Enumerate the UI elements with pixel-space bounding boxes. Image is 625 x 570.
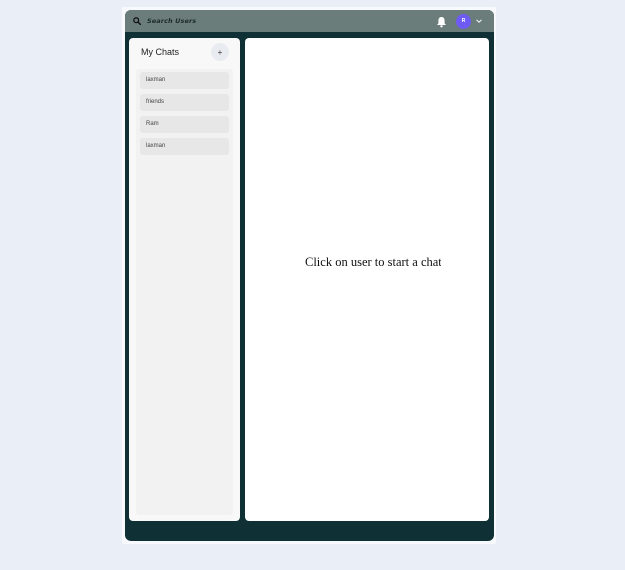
profile-menu-button[interactable]: R (456, 13, 482, 29)
top-bar: Search Users R (125, 10, 494, 32)
search-icon (133, 17, 141, 25)
my-chats-panel: My Chats + laxman friends Ram laxman (129, 38, 240, 521)
search-users-label: Search Users (147, 17, 197, 25)
chat-app: Search Users R My Chats + laxman friends… (125, 10, 494, 541)
bell-icon[interactable] (436, 15, 447, 28)
chat-list: laxman friends Ram laxman (136, 69, 233, 515)
search-users-button[interactable]: Search Users (133, 13, 196, 29)
chat-window: Click on user to start a chat (245, 38, 489, 521)
my-chats-title: My Chats (141, 47, 180, 57)
chat-list-item[interactable]: friends (140, 94, 229, 111)
chat-list-item[interactable]: Ram (140, 116, 229, 133)
chat-list-item[interactable]: laxman (140, 138, 229, 155)
new-group-chat-button[interactable]: + (211, 43, 229, 61)
chevron-down-icon (476, 19, 482, 23)
empty-chat-message: Click on user to start a chat (305, 255, 441, 269)
avatar: R (456, 13, 471, 29)
chat-list-item[interactable]: laxman (140, 72, 229, 89)
